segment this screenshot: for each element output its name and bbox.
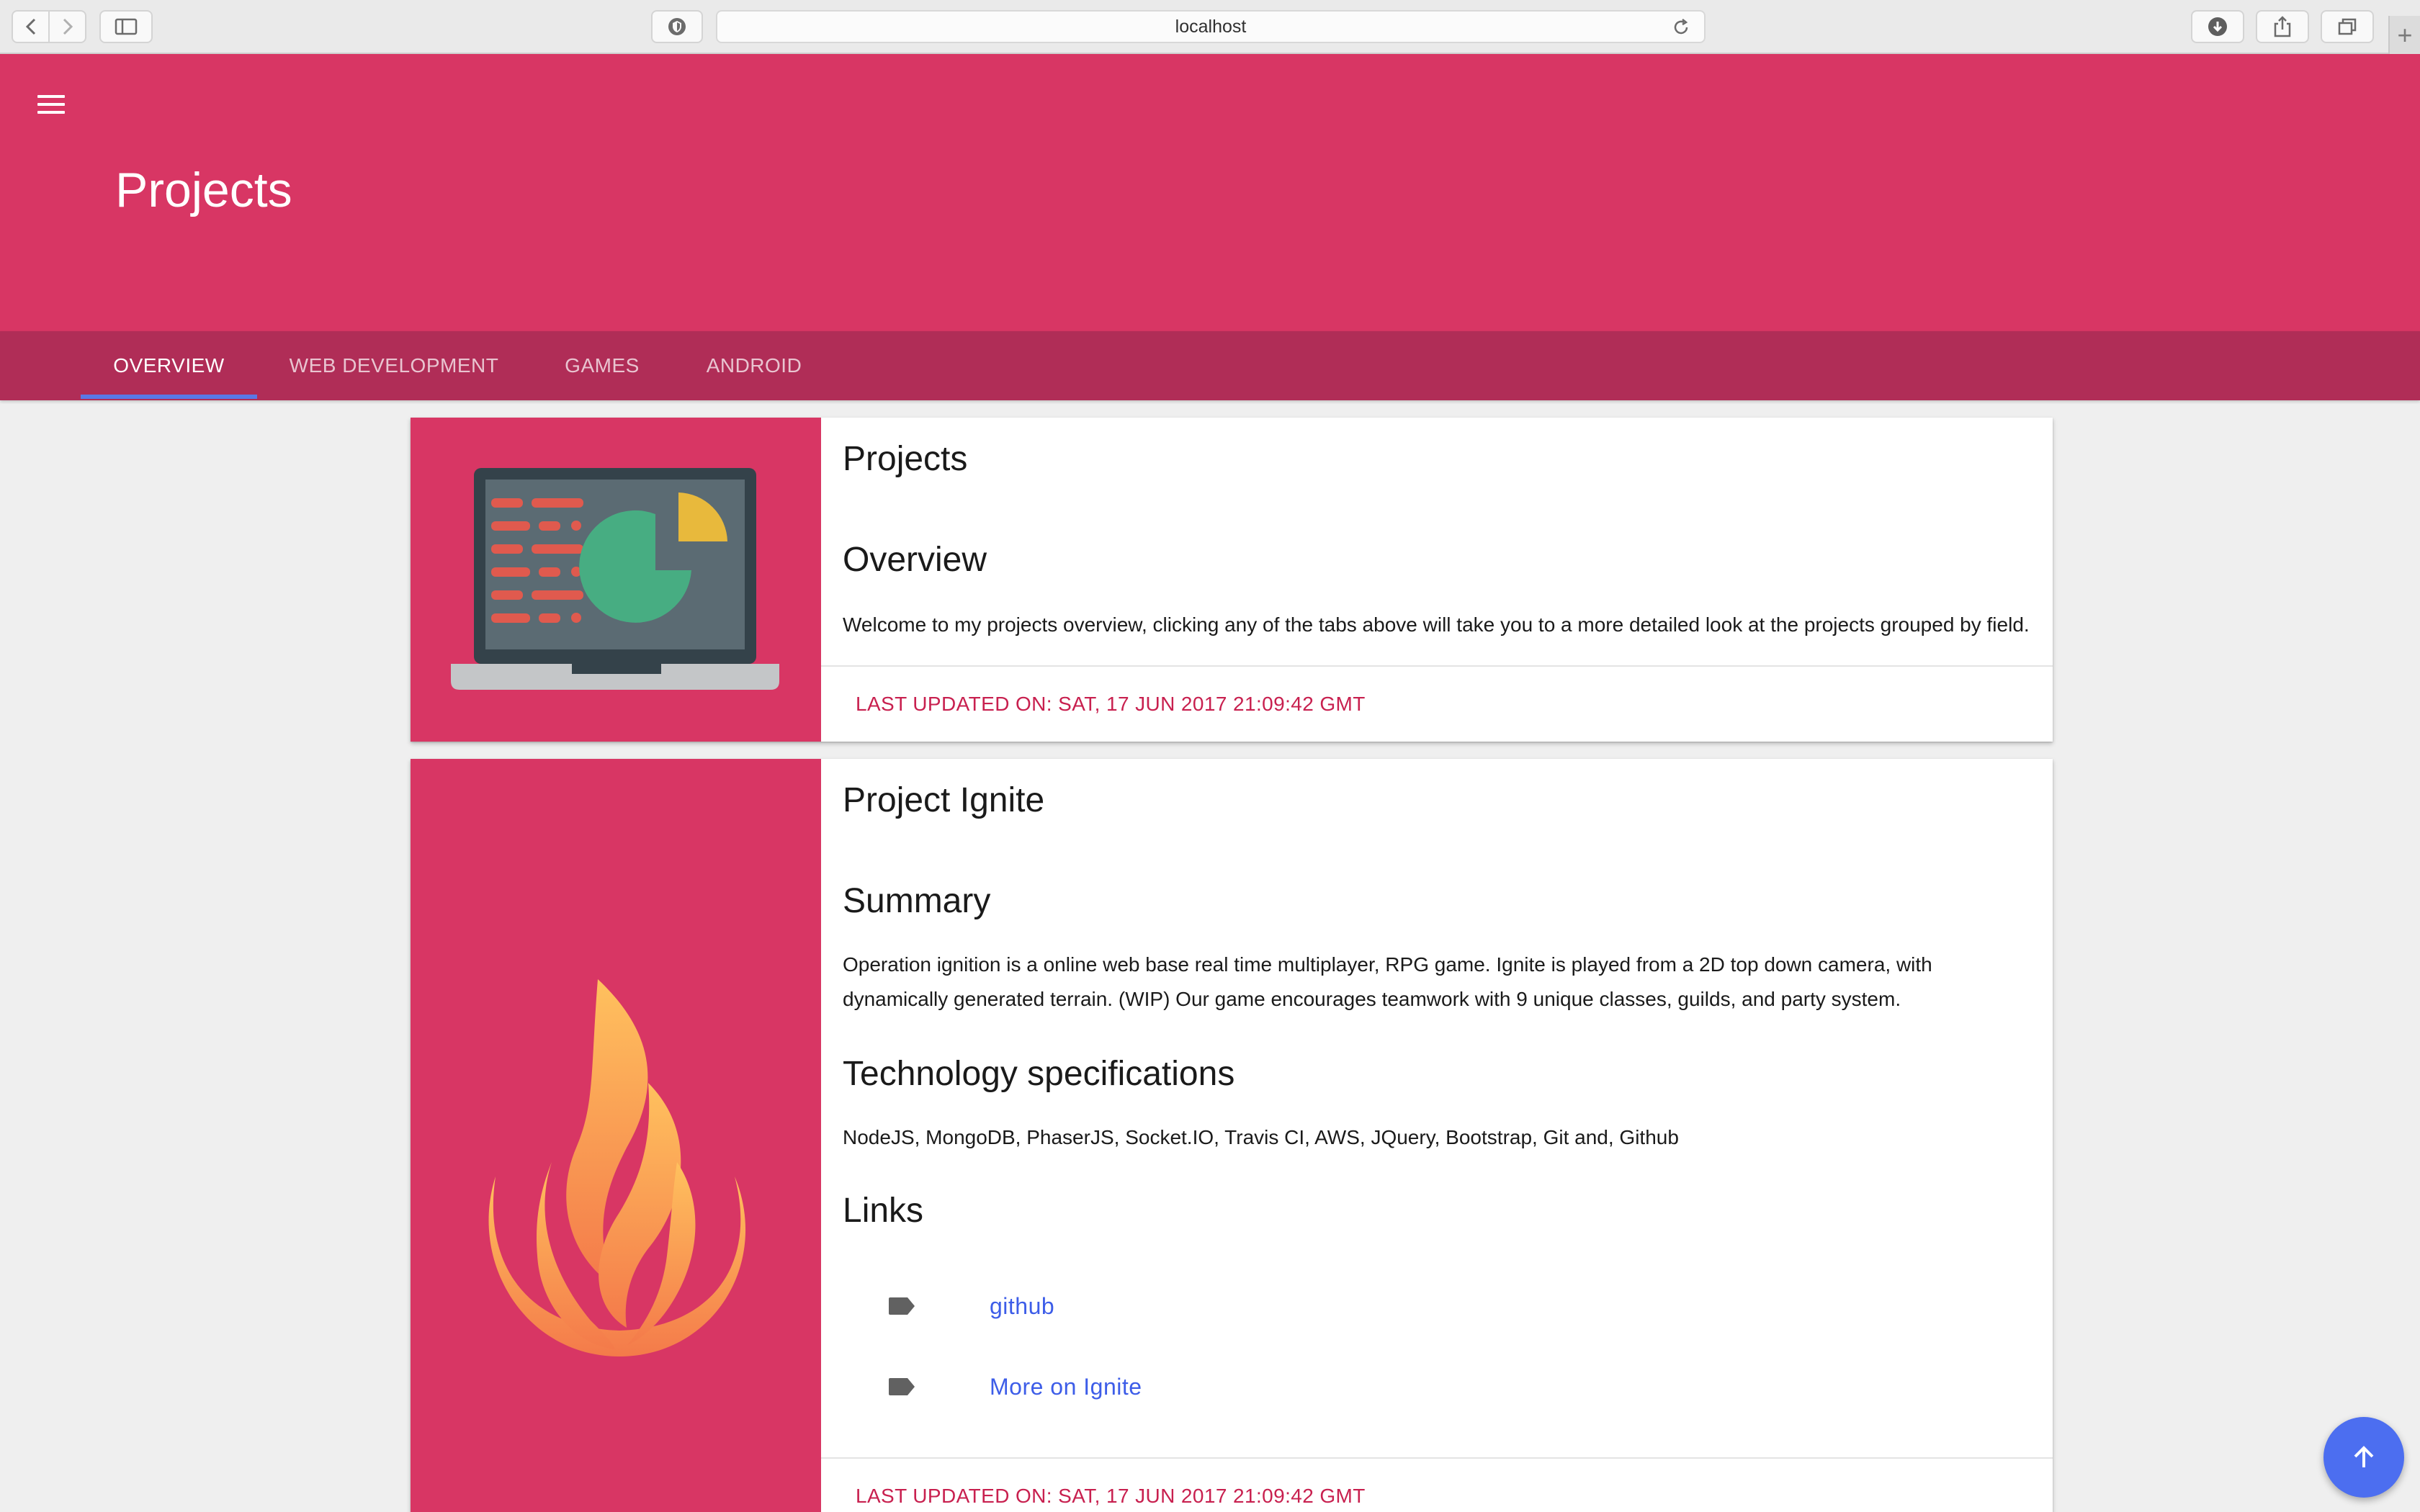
scroll-to-top-button[interactable] xyxy=(2323,1417,2404,1498)
sidebar-toggle-button[interactable] xyxy=(99,10,153,43)
tabs-overview-button[interactable] xyxy=(2321,10,2374,43)
card-title: Projects xyxy=(843,440,968,478)
last-updated-text: LAST UPDATED ON: SAT, 17 JUN 2017 21:09:… xyxy=(856,693,1366,715)
section-heading: Overview xyxy=(843,541,987,579)
tab-web-development[interactable]: WEB DEVELOPMENT xyxy=(272,331,516,400)
card-media xyxy=(411,418,821,742)
new-tab-button[interactable]: + xyxy=(2388,16,2420,54)
card-divider xyxy=(821,665,2053,667)
menu-button[interactable] xyxy=(37,90,66,119)
label-tag-icon xyxy=(889,1378,915,1395)
hamburger-icon-bar xyxy=(37,103,65,106)
sidebar-icon xyxy=(115,18,138,35)
tab-active-indicator xyxy=(81,395,257,399)
downloads-button[interactable] xyxy=(2191,10,2244,43)
app-header: Projects xyxy=(0,54,2420,331)
shield-icon xyxy=(668,18,686,35)
tab-games[interactable]: GAMES xyxy=(544,331,660,400)
tabs-icon xyxy=(2338,18,2357,35)
more-on-ignite-link[interactable]: More on Ignite xyxy=(990,1374,1142,1400)
section-heading-summary: Summary xyxy=(843,882,991,920)
chevron-left-icon xyxy=(25,18,35,35)
privacy-button[interactable] xyxy=(651,10,703,43)
browser-toolbar: localhost + xyxy=(0,0,2420,54)
tab-android[interactable]: ANDROID xyxy=(686,331,823,400)
arrow-up-icon xyxy=(2354,1446,2374,1467)
share-button[interactable] xyxy=(2256,10,2309,43)
link-item-more-on-ignite[interactable]: More on Ignite xyxy=(843,1371,1142,1403)
tech-text: NodeJS, MongoDB, PhaserJS, Socket.IO, Tr… xyxy=(843,1126,1679,1148)
tab-bar: OVERVIEW WEB DEVELOPMENT GAMES ANDROID xyxy=(0,331,2420,400)
summary-text: Operation ignition is a online web base … xyxy=(843,953,1932,1010)
github-link[interactable]: github xyxy=(990,1293,1054,1320)
card-divider xyxy=(821,1457,2053,1459)
tab-overview[interactable]: OVERVIEW xyxy=(81,331,257,400)
forward-button[interactable] xyxy=(48,12,85,42)
project-ignite-card: Project Ignite Summary Operation ignitio… xyxy=(411,759,2053,1512)
section-heading-links: Links xyxy=(843,1192,924,1230)
download-icon xyxy=(2208,17,2227,36)
card-media xyxy=(411,759,821,1512)
back-button[interactable] xyxy=(13,12,48,42)
address-text: localhost xyxy=(1175,16,1247,37)
reload-button[interactable] xyxy=(1671,17,1691,42)
share-icon xyxy=(2274,16,2291,37)
address-bar[interactable]: localhost xyxy=(716,10,1706,43)
reload-icon xyxy=(1674,19,1688,35)
section-text: Welcome to my projects overview, clickin… xyxy=(843,613,2030,636)
laptop-chart-icon xyxy=(451,468,779,690)
history-nav xyxy=(12,10,86,43)
link-item-github[interactable]: github xyxy=(843,1290,1054,1322)
flame-icon xyxy=(488,979,746,1356)
overview-card: Projects Overview Welcome to my projects… xyxy=(411,418,2053,742)
page-title: Projects xyxy=(115,163,292,217)
card-title: Project Ignite xyxy=(843,781,1045,819)
chevron-right-icon xyxy=(63,18,73,35)
section-heading-tech: Technology specifications xyxy=(843,1055,1235,1093)
hamburger-icon xyxy=(37,95,65,98)
last-updated-text: LAST UPDATED ON: SAT, 17 JUN 2017 21:09:… xyxy=(856,1485,1366,1507)
plus-icon: + xyxy=(2397,19,2413,50)
label-tag-icon xyxy=(889,1297,915,1315)
hamburger-icon-bar xyxy=(37,111,65,114)
